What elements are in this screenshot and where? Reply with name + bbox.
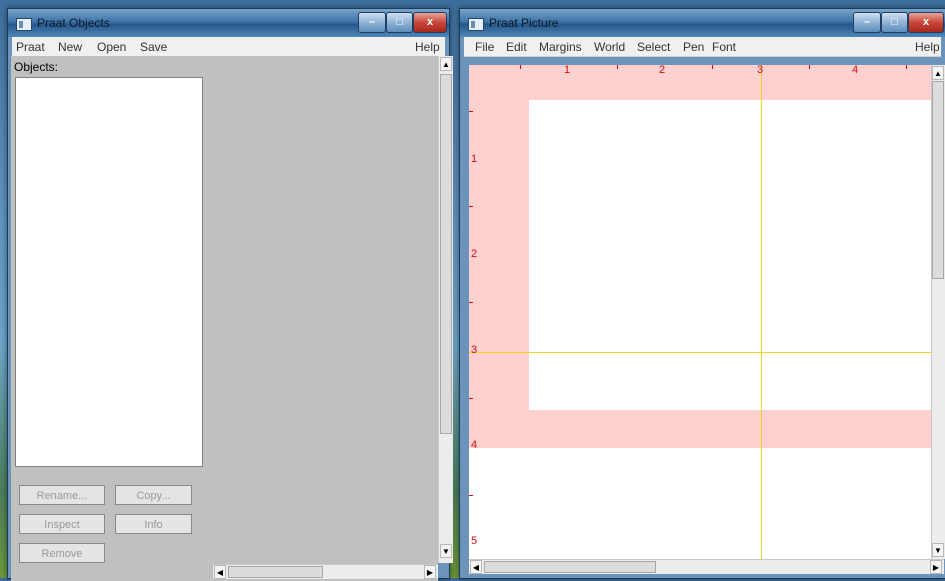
menu-praat[interactable]: Praat [16, 40, 45, 54]
objects-vscroll-thumb[interactable] [440, 74, 452, 434]
selection-bottom-band [469, 410, 931, 448]
ruler-left-tick [469, 495, 473, 496]
menu-new[interactable]: New [58, 40, 82, 54]
ruler-top-label: 3 [757, 65, 764, 76]
objects-vertical-scrollbar[interactable]: ▲ ▼ [438, 56, 453, 563]
picture-hscroll-thumb[interactable] [484, 561, 656, 573]
rename-button[interactable]: Rename... [19, 485, 105, 505]
vertical-guide-line [761, 65, 762, 559]
ruler-top-label: 4 [852, 65, 859, 76]
ruler-left-label: 3 [471, 344, 478, 356]
praat-app-icon [468, 18, 484, 31]
menu-edit[interactable]: Edit [506, 40, 527, 54]
objects-titlebar[interactable]: Praat Objects – □ x [8, 9, 449, 37]
scroll-left-arrow-icon[interactable]: ◀ [470, 560, 482, 574]
scroll-down-arrow-icon[interactable]: ▼ [932, 543, 944, 557]
picture-maximize-button[interactable]: □ [881, 12, 908, 33]
menu-pen[interactable]: Pen [683, 40, 704, 54]
ruler-top-tick [809, 65, 810, 69]
menu-help[interactable]: Help [915, 40, 940, 54]
ruler-top-label: 1 [564, 65, 571, 76]
menu-help[interactable]: Help [415, 40, 440, 54]
picture-vscroll-thumb[interactable] [932, 81, 944, 279]
scroll-right-arrow-icon[interactable]: ▶ [424, 565, 436, 579]
menu-world[interactable]: World [594, 40, 625, 54]
picture-titlebar[interactable]: Praat Picture – □ x [460, 9, 945, 37]
selection-left-band [469, 65, 529, 448]
horizontal-guide-line [469, 352, 931, 353]
remove-button[interactable]: Remove [19, 543, 105, 563]
ruler-left-label: 5 [471, 535, 478, 547]
ruler-left-label: 4 [471, 439, 478, 451]
ruler-top-label: 2 [659, 65, 666, 76]
scroll-left-arrow-icon[interactable]: ◀ [214, 565, 226, 579]
picture-menubar: File Edit Margins World Select Pen Font … [464, 37, 941, 57]
info-button[interactable]: Info [115, 514, 192, 534]
ruler-left-tick [469, 398, 473, 399]
copy-button[interactable]: Copy... [115, 485, 192, 505]
ruler-left-tick [469, 206, 473, 207]
ruler-top-tick [520, 65, 521, 69]
objects-minimize-button[interactable]: – [358, 12, 386, 33]
ruler-left-label: 1 [471, 153, 478, 165]
menu-font[interactable]: Font [712, 40, 736, 54]
ruler-top-tick [617, 65, 618, 69]
picture-window-title: Praat Picture [489, 16, 559, 30]
inspect-button[interactable]: Inspect [19, 514, 105, 534]
objects-maximize-button[interactable]: □ [386, 12, 413, 33]
objects-panel: Objects: Rename... Copy... Inspect Info … [11, 56, 453, 581]
menu-open[interactable]: Open [97, 40, 126, 54]
ruler-left-label: 2 [471, 248, 478, 260]
praat-app-icon [16, 18, 32, 31]
picture-minimize-button[interactable]: – [853, 12, 881, 33]
picture-vertical-scrollbar[interactable]: ▲ ▼ [931, 65, 945, 559]
objects-horizontal-scrollbar[interactable]: ◀ ▶ [213, 564, 438, 579]
menu-select[interactable]: Select [637, 40, 670, 54]
ruler-left-tick [469, 111, 473, 112]
objects-close-button[interactable]: x [413, 12, 447, 33]
objects-hscroll-thumb[interactable] [228, 566, 323, 578]
objects-label: Objects: [14, 60, 59, 74]
ruler-top-tick [712, 65, 713, 69]
menu-file[interactable]: File [475, 40, 494, 54]
objects-list[interactable] [15, 77, 203, 467]
picture-close-button[interactable]: x [908, 12, 944, 33]
objects-menubar: Praat New Open Save Help [12, 37, 445, 57]
picture-canvas[interactable]: 1 2 3 4 1 2 3 4 5 [469, 65, 931, 559]
scroll-up-arrow-icon[interactable]: ▲ [440, 57, 452, 71]
menu-margins[interactable]: Margins [539, 40, 582, 54]
picture-horizontal-scrollbar[interactable]: ◀ ▶ [469, 559, 944, 574]
menu-save[interactable]: Save [140, 40, 167, 54]
ruler-top-tick [906, 65, 907, 69]
scroll-up-arrow-icon[interactable]: ▲ [932, 66, 944, 80]
ruler-left-tick [469, 302, 473, 303]
scroll-right-arrow-icon[interactable]: ▶ [930, 560, 942, 574]
objects-window-title: Praat Objects [37, 16, 110, 30]
selection-top-band [469, 65, 931, 100]
scroll-down-arrow-icon[interactable]: ▼ [440, 544, 452, 558]
